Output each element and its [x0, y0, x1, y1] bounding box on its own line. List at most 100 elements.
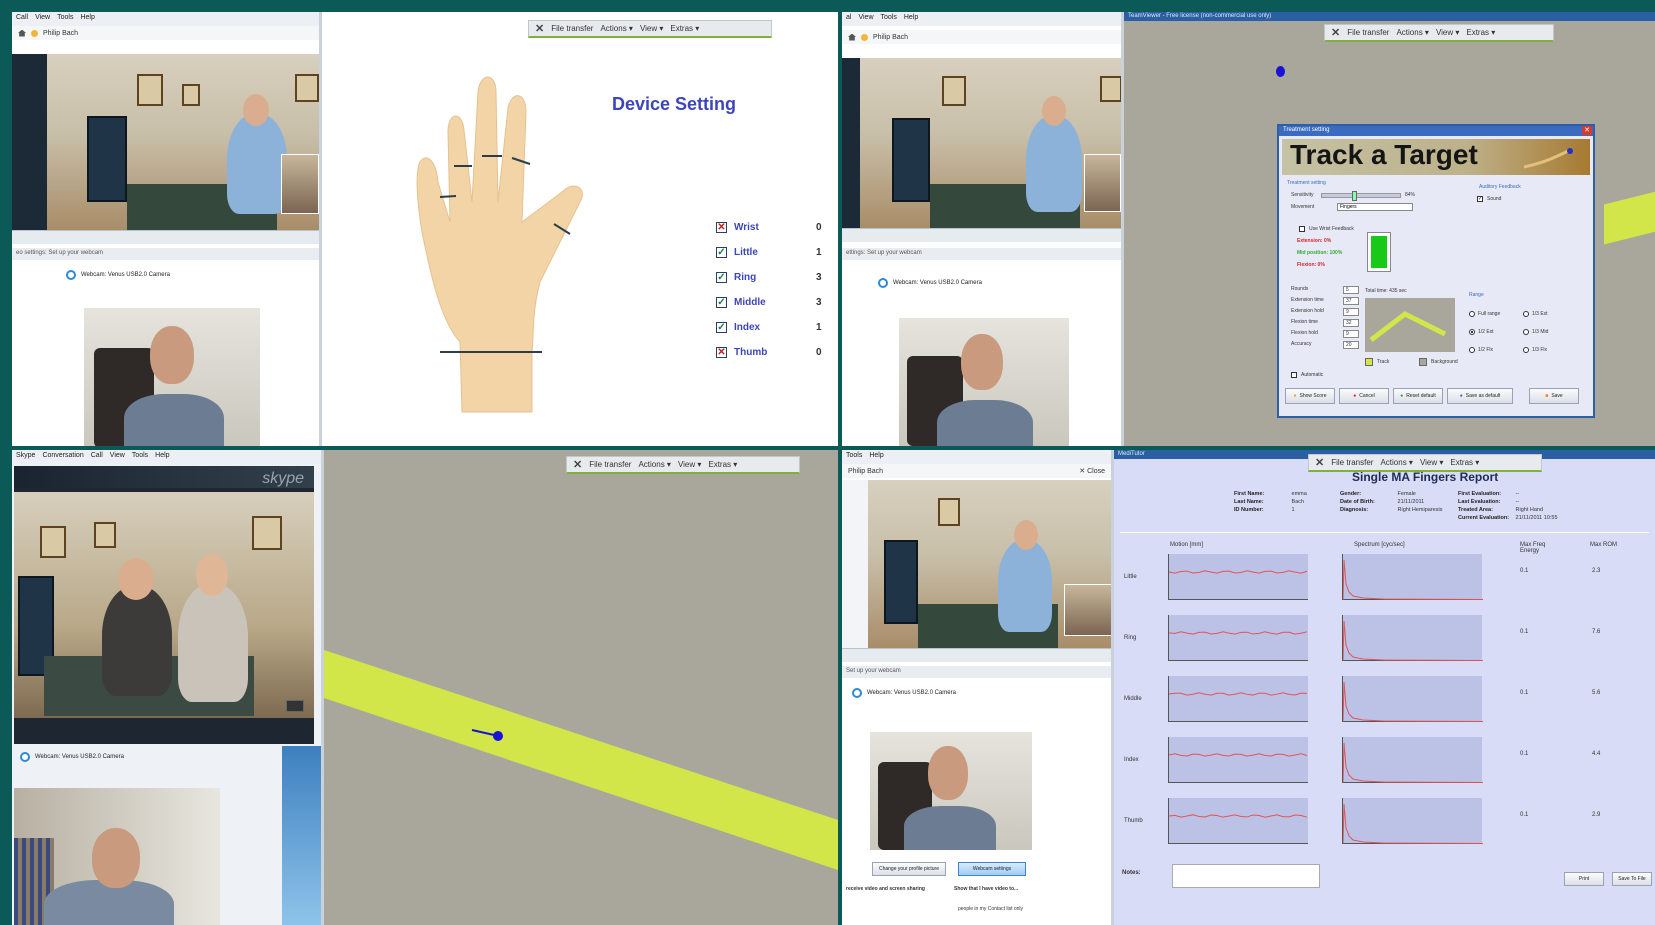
home-icon[interactable] [18, 29, 26, 37]
notes-field[interactable] [1172, 864, 1320, 888]
show-score-button[interactable]: ● Show Score [1285, 388, 1335, 404]
sensitivity-slider[interactable] [1321, 191, 1401, 201]
finger-checkbox[interactable]: ✓ [716, 246, 727, 258]
range-radio[interactable]: 1/2 Ext [1469, 326, 1523, 338]
menu-view-2[interactable]: View [858, 14, 873, 24]
actions-menu-3[interactable]: Actions ▾ [638, 460, 670, 469]
finger-row-ring[interactable]: ✓ Ring 3 [716, 270, 826, 284]
max-freq-value: 0.1 [1520, 751, 1529, 757]
menu-help-4[interactable]: Help [869, 452, 883, 462]
menu-tools[interactable]: Tools [57, 14, 73, 24]
finger-row-wrist[interactable]: ✕ Wrist 0 [716, 220, 826, 234]
patient-name-block: First Name: emma Last Name: Bach ID Number… [1234, 491, 1307, 513]
change-picture-button[interactable]: Change your profile picture [872, 862, 946, 876]
file-transfer-button[interactable]: File transfer [551, 24, 593, 33]
actions-menu-2[interactable]: Actions ▾ [1396, 28, 1428, 37]
reset-default-button[interactable]: ● Reset default [1393, 388, 1443, 404]
finger-checkbox[interactable]: ✓ [716, 321, 727, 333]
close-icon-4[interactable]: ✕ [1315, 456, 1324, 469]
max-rom-header: Max ROM [1590, 542, 1617, 548]
finger-checkbox[interactable]: ✕ [716, 346, 727, 358]
finger-row-little[interactable]: ✓ Little 1 [716, 245, 826, 259]
view-menu[interactable]: View ▾ [640, 24, 663, 33]
webcam-icon-2 [878, 278, 888, 288]
webcam-row: Webcam: Venus USB2.0 Camera [66, 270, 170, 280]
param-spinner[interactable]: 9 [1343, 330, 1359, 338]
sound-checkbox[interactable]: ✓ [1477, 196, 1483, 202]
extras-menu-2[interactable]: Extras ▾ [1466, 28, 1495, 37]
file-transfer-button-4[interactable]: File transfer [1331, 458, 1373, 467]
save-to-file-button[interactable]: Save To File [1612, 872, 1652, 886]
track-color-swatch[interactable] [1365, 358, 1373, 366]
save-button[interactable]: ■ Save [1529, 388, 1579, 404]
finger-checkbox[interactable]: ✓ [716, 271, 727, 283]
skype-menubar-3: Skype Conversation Call View Tools Help [12, 450, 321, 464]
cancel-button[interactable]: ● Cancel [1339, 388, 1389, 404]
contact-name-4: Philip Bach [848, 467, 884, 475]
webcam-preview-2 [899, 318, 1069, 446]
webcam-icon-4 [852, 688, 862, 698]
range-radio[interactable]: 1/2 Flx [1469, 344, 1523, 356]
webcam-preview [84, 308, 260, 446]
menu-tools-2[interactable]: Tools [881, 14, 897, 24]
file-transfer-button-2[interactable]: File transfer [1347, 28, 1389, 37]
teamviewer-toolbar-4: ✕ File transfer Actions ▾ View ▾ Extras … [1308, 454, 1542, 472]
close-icon-2[interactable]: ✕ [1331, 26, 1340, 39]
extras-menu-4[interactable]: Extras ▾ [1450, 458, 1479, 467]
automatic-checkbox[interactable] [1291, 372, 1297, 378]
movement-select[interactable]: Fingers [1337, 203, 1413, 211]
menu-call-3[interactable]: Call [91, 452, 103, 462]
param-spinner[interactable]: 37 [1343, 297, 1359, 305]
range-radio[interactable]: Full range [1469, 308, 1523, 320]
range-radio[interactable]: 1/3 Mid [1523, 326, 1577, 338]
param-label: Accuracy [1291, 341, 1312, 347]
close-icon-3[interactable]: ✕ [573, 458, 582, 471]
dialog-close-button[interactable]: ✕ [1582, 126, 1592, 135]
menu-skype[interactable]: Skype [16, 452, 35, 462]
extras-menu[interactable]: Extras ▾ [670, 24, 699, 33]
menu-view-3[interactable]: View [110, 452, 125, 462]
menu-call-2[interactable]: al [846, 14, 851, 24]
param-spinner[interactable]: 20 [1343, 341, 1359, 349]
save-as-default-button[interactable]: ● Save as default [1447, 388, 1513, 404]
menu-view[interactable]: View [35, 14, 50, 24]
param-list: Rounds 5 Extension time 37 Extension hold 9 Fl… [1291, 286, 1361, 352]
menu-help-3[interactable]: Help [155, 452, 169, 462]
finger-row-index[interactable]: ✓ Index 1 [716, 320, 826, 334]
menu-help-2[interactable]: Help [904, 14, 918, 24]
view-menu-2[interactable]: View ▾ [1436, 28, 1459, 37]
range-radio[interactable]: 1/3 Ext [1523, 308, 1577, 320]
range-radio[interactable]: 1/3 Flx [1523, 344, 1577, 356]
menu-help[interactable]: Help [80, 14, 94, 24]
receive-video-text: receive video and screen sharing [846, 886, 925, 892]
param-spinner[interactable]: 9 [1343, 308, 1359, 316]
background-color-swatch[interactable] [1419, 358, 1427, 366]
menu-call[interactable]: Call [16, 14, 28, 24]
close-icon[interactable]: ✕ [535, 22, 544, 35]
finger-checkbox[interactable]: ✕ [716, 221, 727, 233]
menu-tools-3[interactable]: Tools [132, 452, 148, 462]
param-spinner[interactable]: 5 [1343, 286, 1359, 294]
print-button[interactable]: Print [1564, 872, 1604, 886]
contacts-only-option[interactable]: people in my Contact list only [958, 906, 1023, 912]
actions-menu-4[interactable]: Actions ▾ [1380, 458, 1412, 467]
notes-label: Notes: [1122, 870, 1141, 876]
close-call-button[interactable]: ✕ Close [1079, 467, 1105, 475]
finger-row-middle[interactable]: ✓ Middle 3 [716, 295, 826, 309]
view-menu-3[interactable]: View ▾ [678, 460, 701, 469]
view-menu-4[interactable]: View ▾ [1420, 458, 1443, 467]
webcam-preview-3 [14, 788, 220, 925]
contact-bar-2: Philip Bach [842, 30, 1121, 44]
webcam-settings-button[interactable]: Webcam settings [958, 862, 1026, 876]
extras-menu-3[interactable]: Extras ▾ [708, 460, 737, 469]
finger-checkbox[interactable]: ✓ [716, 296, 727, 308]
wrist-feedback-checkbox[interactable] [1299, 226, 1305, 232]
hand-diagram [416, 76, 583, 413]
param-spinner[interactable]: 32 [1343, 319, 1359, 327]
actions-menu[interactable]: Actions ▾ [600, 24, 632, 33]
home-icon-2[interactable] [848, 33, 856, 41]
menu-conversation[interactable]: Conversation [42, 452, 83, 462]
finger-row-thumb[interactable]: ✕ Thumb 0 [716, 345, 826, 359]
file-transfer-button-3[interactable]: File transfer [589, 460, 631, 469]
menu-tools-4[interactable]: Tools [846, 452, 862, 462]
